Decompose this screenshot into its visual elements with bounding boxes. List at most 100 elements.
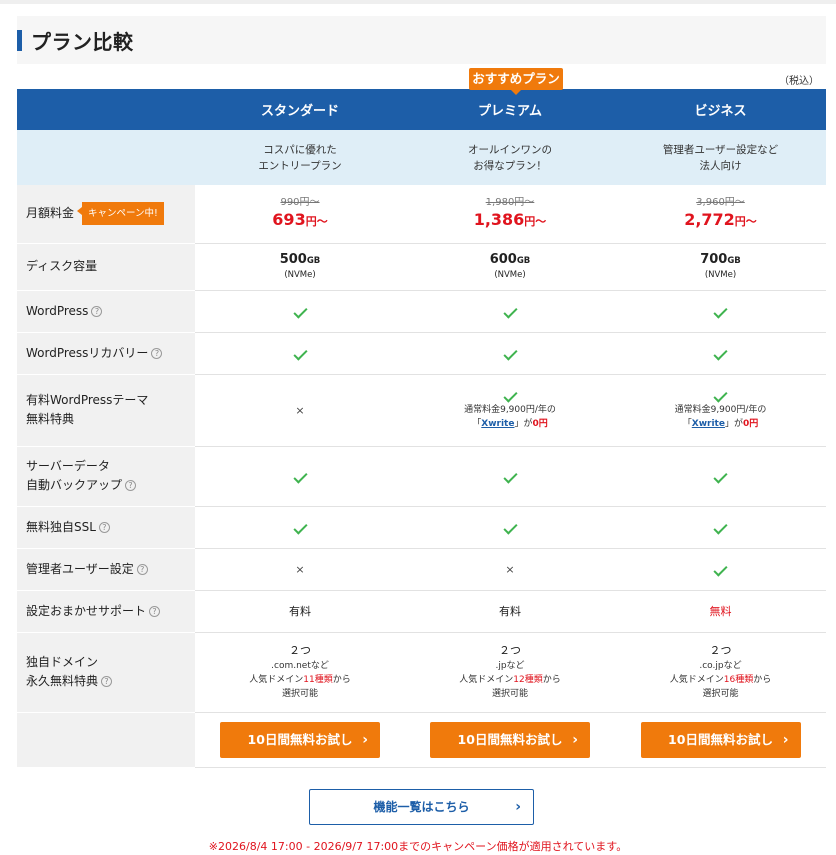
cta-cell-premium: 10日間無料お試し › (405, 712, 615, 768)
admin-business (615, 548, 826, 591)
price-business: 3,960円〜 2,772円〜 (615, 185, 826, 244)
title-accent-bar (17, 30, 22, 51)
row-label-wordpress: WordPress? (17, 290, 195, 333)
plan-comparison-table: スタンダード プレミアム ビジネス コスパに優れた エントリープラン オールインワ… (17, 89, 826, 768)
check-icon (502, 388, 518, 403)
chevron-right-icon: › (515, 799, 521, 815)
price-premium: 1,980円〜 1,386円〜 (405, 185, 615, 244)
plan-name-standard: スタンダード (195, 89, 405, 130)
row-theme: 有料WordPressテーマ 無料特典 × 通常料金9,900円/年の 「Xwrit… (17, 374, 826, 447)
backup-standard (195, 446, 405, 507)
plan-name-premium: プレミアム (405, 89, 615, 130)
row-label-wp-recovery: WordPressリカバリー? (17, 332, 195, 375)
support-standard: 有料 (195, 590, 405, 633)
row-ssl: 無料独自SSL? (17, 506, 826, 549)
plan-desc-business: 管理者ユーザー設定など 法人向け (615, 130, 826, 185)
help-icon[interactable]: ? (125, 480, 137, 491)
plan-description-row: コスパに優れた エントリープラン オールインワンの お得なプラン！ 管理者ユーザー設… (17, 130, 826, 185)
wordpress-standard (195, 290, 405, 333)
check-icon (713, 519, 728, 535)
check-icon (292, 519, 308, 535)
chevron-right-icon: › (362, 731, 368, 748)
help-icon[interactable]: ? (149, 605, 161, 617)
cta-empty-cell (17, 712, 195, 768)
row-wordpress: WordPress? (17, 290, 826, 333)
row-label-theme: 有料WordPressテーマ 無料特典 (17, 374, 195, 447)
help-icon[interactable]: ? (98, 521, 110, 533)
check-icon (292, 345, 308, 361)
disk-business: 700GB (NVMe) (615, 243, 826, 291)
wp-recovery-premium (405, 332, 615, 375)
campaign-price: 1,386 (473, 209, 525, 229)
cta-cell-business: 10日間無料お試し › (615, 712, 826, 768)
chevron-right-icon: › (572, 731, 578, 748)
row-label-support: 設定おまかせサポート? (17, 590, 195, 633)
help-icon[interactable]: ? (136, 563, 148, 575)
domain-standard: ２つ .com.netなど 人気ドメイン11種類から 選択可能 (195, 632, 405, 713)
recommended-badge: おすすめプラン (469, 68, 563, 90)
domain-business: ２つ .co.jpなど 人気ドメイン16種類から 選択可能 (615, 632, 826, 713)
free-trial-button-premium[interactable]: 10日間無料お試し › (430, 721, 590, 758)
xwrite-link[interactable]: Xwrite (692, 419, 725, 429)
price-standard: 990円〜 693円〜 (195, 185, 405, 244)
wordpress-business (615, 290, 826, 333)
admin-premium: × (405, 548, 615, 591)
campaign-period-note: ※2026/8/4 17:00 - 2026/9/7 17:00までのキャンペー… (208, 840, 628, 853)
check-icon (713, 303, 728, 319)
plan-header-row: スタンダード プレミアム ビジネス (17, 89, 826, 130)
help-icon[interactable]: ? (91, 305, 103, 317)
check-icon (502, 345, 518, 361)
row-domain: 独自ドメイン 永久無料特典? ２つ .com.netなど 人気ドメイン11種類から 選択… (17, 632, 826, 713)
check-icon (713, 388, 728, 403)
ssl-premium (405, 506, 615, 549)
support-premium: 有料 (405, 590, 615, 633)
campaign-price: 2,772 (684, 209, 735, 229)
check-icon (502, 519, 518, 535)
help-icon[interactable]: ? (101, 676, 113, 687)
check-icon (502, 468, 518, 484)
row-label-backup: サーバーデータ 自動バックアップ? (17, 446, 195, 507)
check-icon (502, 303, 518, 319)
campaign-price: 693 (272, 209, 306, 229)
theme-business: 通常料金9,900円/年の 「Xwrite」が0円 (615, 374, 826, 447)
row-monthly-price: 月額料金 キャンペーン中! 990円〜 693円〜 1,980円〜 1,386円〜 3… (17, 185, 826, 244)
disk-premium: 600GB (NVMe) (405, 243, 615, 291)
domain-premium: ２つ .jpなど 人気ドメイン12種類から 選択可能 (405, 632, 615, 713)
free-trial-button-standard[interactable]: 10日間無料お試し › (220, 721, 380, 758)
row-label-disk: ディスク容量 (17, 243, 195, 291)
check-icon (713, 345, 728, 361)
old-price: 3,960円〜 (696, 196, 745, 208)
row-label-ssl: 無料独自SSL? (17, 506, 195, 549)
feature-list-button[interactable]: 機能一覧はこちら › (309, 789, 534, 825)
top-divider (0, 0, 836, 4)
free-trial-button-business[interactable]: 10日間無料お試し › (640, 721, 801, 758)
xwrite-link[interactable]: Xwrite (481, 419, 514, 429)
row-admin: 管理者ユーザー設定? × × (17, 548, 826, 591)
backup-premium (405, 446, 615, 507)
wp-recovery-standard (195, 332, 405, 375)
row-label-monthly: 月額料金 キャンペーン中! (17, 185, 195, 244)
disk-standard: 500GB (NVMe) (195, 243, 405, 291)
cross-icon: × (295, 403, 305, 417)
check-icon (713, 561, 728, 577)
check-icon (292, 468, 308, 484)
row-wp-recovery: WordPressリカバリー? (17, 332, 826, 375)
wordpress-premium (405, 290, 615, 333)
row-support: 設定おまかせサポート? 有料 有料 無料 (17, 590, 826, 633)
plan-desc-premium: オールインワンの お得なプラン！ (405, 130, 615, 185)
wp-recovery-business (615, 332, 826, 375)
row-label-admin: 管理者ユーザー設定? (17, 548, 195, 591)
cta-cell-standard: 10日間無料お試し › (195, 712, 405, 768)
row-disk: ディスク容量 500GB (NVMe) 600GB (NVMe) 700GB (NVM… (17, 243, 826, 291)
chevron-right-icon: › (782, 731, 789, 748)
check-icon (713, 468, 728, 484)
desc-empty-cell (17, 130, 195, 185)
section-header: プラン比較 (17, 16, 826, 64)
campaign-badge: キャンペーン中! (77, 202, 164, 226)
support-business: 無料 (615, 590, 826, 633)
tax-note: （税込） (779, 76, 819, 87)
ssl-standard (195, 506, 405, 549)
old-price: 1,980円〜 (485, 196, 535, 208)
help-icon[interactable]: ? (151, 347, 163, 359)
row-backup: サーバーデータ 自動バックアップ? (17, 446, 826, 507)
